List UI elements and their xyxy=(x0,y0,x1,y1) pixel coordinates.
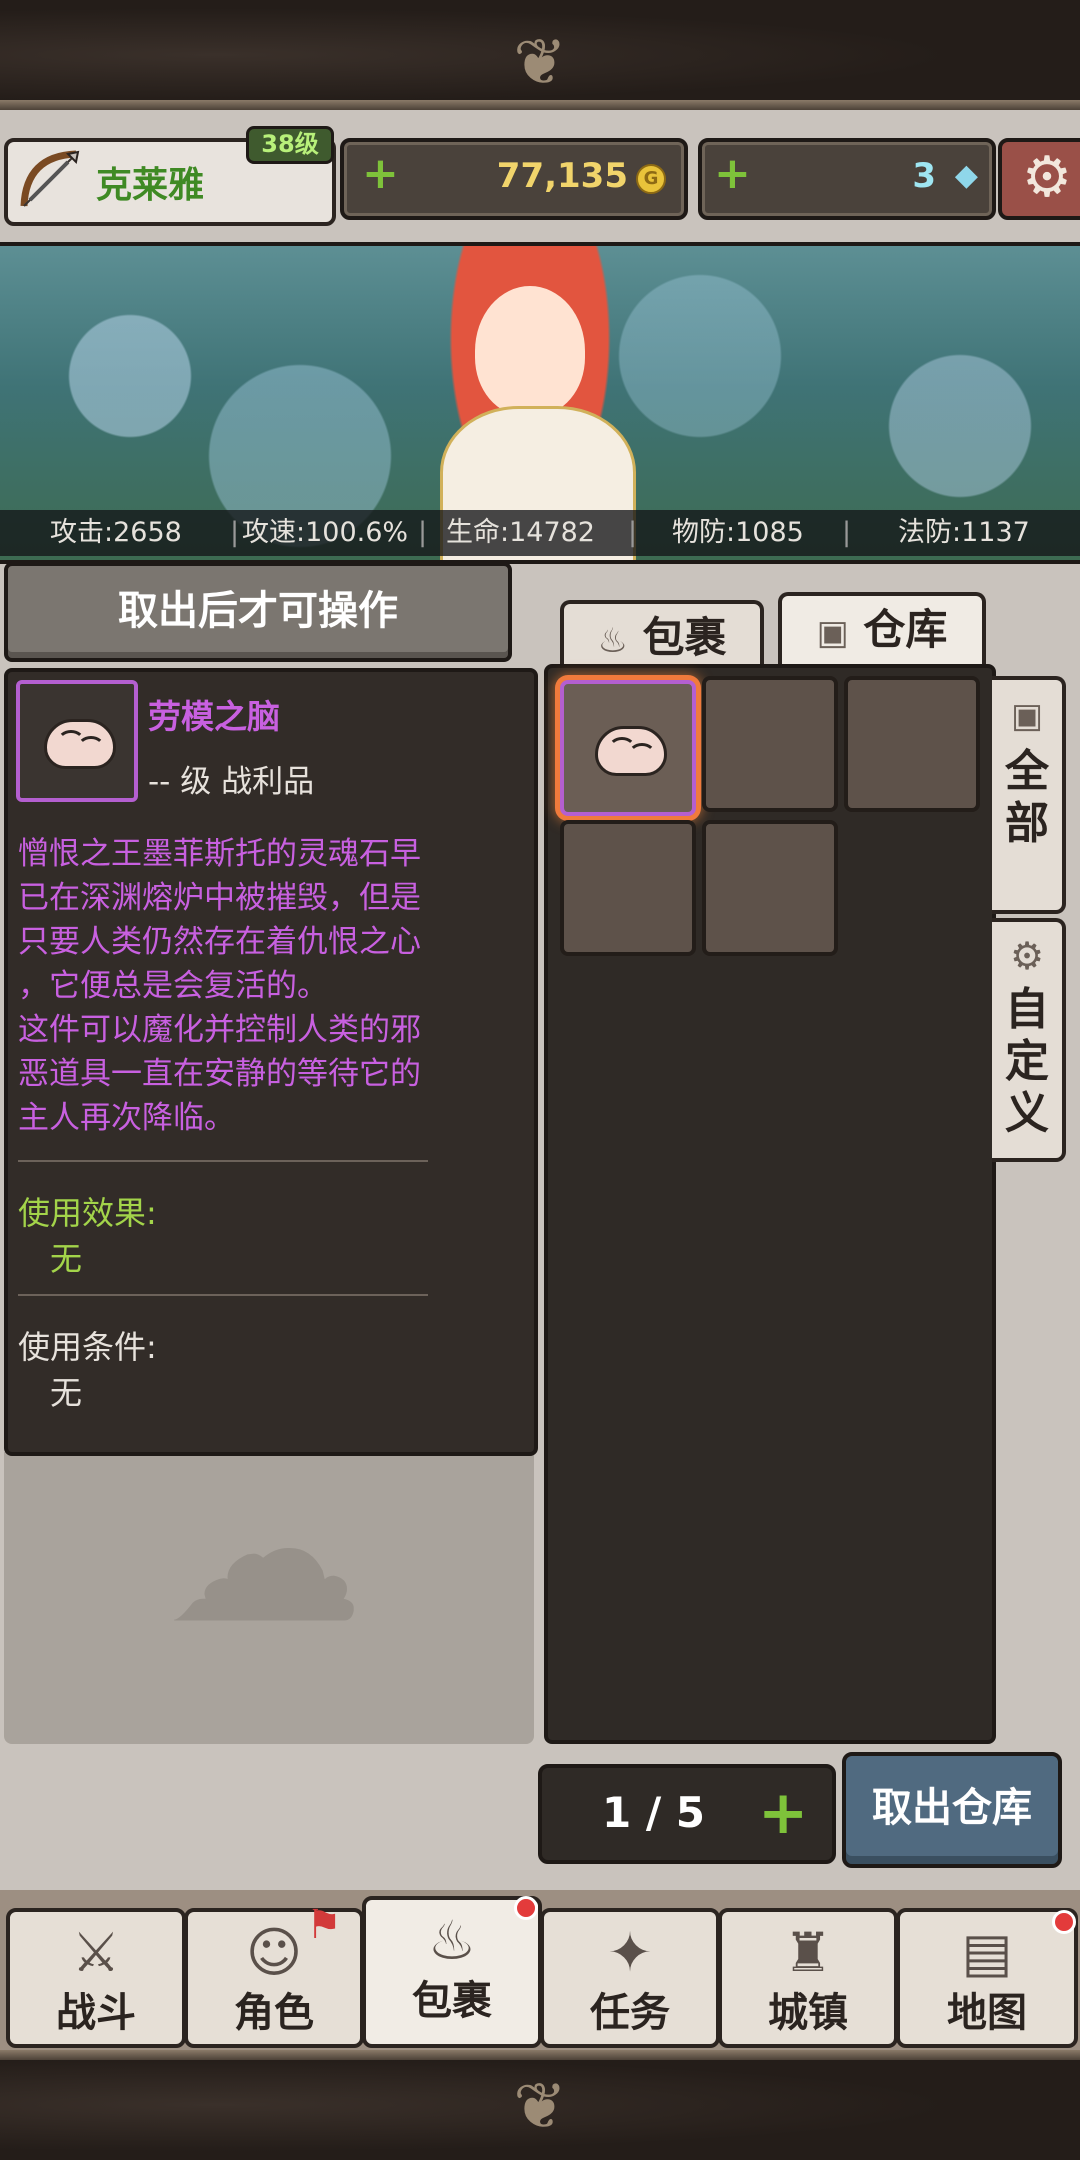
condition-label: 使用条件: xyxy=(18,1328,157,1366)
bag-icon: ♨ xyxy=(427,1909,477,1972)
gem-display[interactable]: + 3 ◆ xyxy=(698,138,996,220)
filter-tab-all[interactable]: ▣ 全部 xyxy=(992,676,1066,914)
settings-gear-icon[interactable]: ⚙ xyxy=(998,138,1080,220)
add-gold-icon[interactable]: + xyxy=(362,148,399,199)
inventory-slot[interactable] xyxy=(844,676,980,812)
inventory-slot-selected[interactable] xyxy=(560,680,696,816)
sword-icon: ⚔ xyxy=(71,1921,121,1984)
operation-hint-header: 取出后才可操作 xyxy=(4,562,512,662)
top-ornament-bar: ❦ xyxy=(0,0,1080,110)
stat-attack: 攻击:2658 xyxy=(50,517,182,548)
nav-map[interactable]: ▤ 地图 xyxy=(896,1908,1078,2048)
item-description: 憎恨之王墨菲斯托的灵魂石早 已在深渊熔炉中被摧毁，但是 只要人类仍然存在着仇恨之… xyxy=(18,832,498,1140)
level-badge: 38级 xyxy=(246,126,334,164)
stat-divider: | xyxy=(628,517,638,548)
nav-character-label: 角色 xyxy=(234,1990,314,2036)
add-gem-icon[interactable]: + xyxy=(714,148,751,199)
nav-bag-label: 包裹 xyxy=(412,1978,492,2024)
page-count: 1 / 5 xyxy=(602,1788,706,1837)
description-line: 这件可以魔化并控制人类的邪 xyxy=(18,1012,421,1048)
notification-dot xyxy=(514,1896,538,1920)
stat-phys-def: 物防:1085 xyxy=(672,517,804,548)
expand-storage-icon[interactable]: + xyxy=(758,1768,808,1858)
alert-flag-icon: ⚑ xyxy=(306,1902,342,1948)
bottom-ornament-bar: ❦ xyxy=(0,2050,1080,2160)
tab-bag[interactable]: ♨ 包裹 xyxy=(560,600,764,672)
nav-map-label: 地图 xyxy=(947,1990,1027,2036)
item-name: 劳模之脑 xyxy=(148,697,280,736)
filter-all-label: 全部 xyxy=(1005,746,1049,849)
gold-display[interactable]: + 77,135 G xyxy=(340,138,688,220)
detail-footer-area: ☁ xyxy=(4,1452,534,1744)
diamond-icon: ◆ xyxy=(954,158,978,193)
description-line: ，它便总是会复活的。 xyxy=(18,968,328,1004)
description-line: 只要人类仍然存在着仇恨之心 xyxy=(18,924,421,960)
ornament-crest-icon: ❦ xyxy=(513,2070,567,2144)
stat-magic-def: 法防:1137 xyxy=(898,517,1030,548)
tab-bag-label: 包裹 xyxy=(642,613,727,662)
tab-warehouse-label: 仓库 xyxy=(863,605,948,654)
gear-icon: ⚙ xyxy=(1009,934,1045,978)
stat-divider: | xyxy=(418,517,428,548)
filter-tab-custom[interactable]: ⚙ 自定义 xyxy=(992,918,1066,1162)
bag-icon: ♨ xyxy=(597,621,628,661)
stat-hp: 生命:14782 xyxy=(446,517,595,548)
inventory-slot[interactable] xyxy=(702,820,838,956)
nav-battle-label: 战斗 xyxy=(56,1990,136,2036)
notification-dot xyxy=(1052,1910,1076,1934)
nav-bag[interactable]: ♨ 包裹 xyxy=(362,1896,542,2048)
withdraw-button[interactable]: 取出仓库 xyxy=(842,1752,1062,1868)
town-icon: ♜ xyxy=(783,1921,833,1984)
section-divider xyxy=(18,1160,428,1162)
description-line: 已在深渊熔炉中被摧毁，但是 xyxy=(18,880,421,916)
gem-amount: 3 xyxy=(912,156,936,196)
effect-label: 使用效果: xyxy=(18,1194,157,1232)
player-name: 克莱雅 xyxy=(96,165,205,206)
tab-warehouse[interactable]: ▣ 仓库 xyxy=(778,592,986,672)
nav-quest[interactable]: ✦ 任务 xyxy=(540,1908,720,2048)
description-line: 憎恨之王墨菲斯托的灵魂石早 xyxy=(18,836,421,872)
nav-battle[interactable]: ⚔ 战斗 xyxy=(6,1908,186,2048)
stat-divider: | xyxy=(230,517,240,548)
inventory-slot[interactable] xyxy=(560,820,696,956)
quest-icon: ✦ xyxy=(607,1921,653,1984)
nav-quest-label: 任务 xyxy=(590,1990,670,2036)
portrait-face xyxy=(475,286,585,416)
faded-emblem-icon: ☁ xyxy=(164,1435,364,1668)
inventory-slot[interactable] xyxy=(702,676,838,812)
gold-amount: 77,135 xyxy=(496,156,628,196)
brain-icon xyxy=(44,719,116,769)
nav-character[interactable]: ☺ 角色 ⚑ xyxy=(184,1902,364,2048)
item-level-type: -- 级 战利品 xyxy=(148,764,315,800)
description-line: 主人再次降临。 xyxy=(18,1100,235,1136)
stats-bar: 攻击:2658 | 攻速:100.6% | 生命:14782 | 物防:1085… xyxy=(0,510,1080,556)
description-line: 恶道具一直在安静的等待它的 xyxy=(18,1056,421,1092)
chest-icon: ▣ xyxy=(816,613,849,653)
section-divider xyxy=(18,1294,428,1296)
nav-town[interactable]: ♜ 城镇 xyxy=(718,1908,898,2048)
page-indicator: 1 / 5 + xyxy=(538,1764,836,1864)
gold-coin-icon: G xyxy=(636,164,666,194)
stat-attack-speed: 攻速:100.6% xyxy=(242,517,409,548)
bow-icon xyxy=(20,150,80,207)
brain-icon xyxy=(595,726,667,776)
filter-custom-label: 自定义 xyxy=(1005,984,1049,1139)
effect-value: 无 xyxy=(50,1240,83,1278)
item-detail-icon xyxy=(16,680,138,802)
condition-value: 无 xyxy=(50,1374,83,1412)
stat-divider: | xyxy=(842,517,852,548)
nav-town-label: 城镇 xyxy=(768,1990,848,2036)
map-icon: ▤ xyxy=(961,1921,1013,1984)
chest-icon: ▣ xyxy=(1010,696,1044,736)
ornament-crest-icon: ❦ xyxy=(513,26,567,100)
